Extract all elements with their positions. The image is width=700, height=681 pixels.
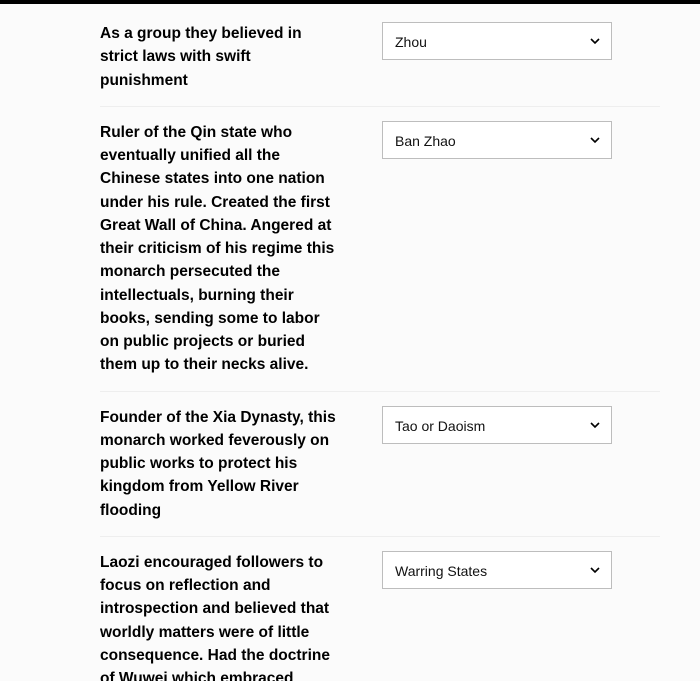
matching-row: Ruler of the Qin state who eventually un… [100,107,660,392]
matching-row: As a group they believed in strict laws … [100,22,660,107]
answer-dropdown[interactable]: Warring States [382,551,612,589]
chevron-down-icon [589,35,601,47]
answer-dropdown[interactable]: Tao or Daoism [382,406,612,444]
dropdown-selected-label: Warring States [395,563,487,579]
answer-dropdown[interactable]: Zhou [382,22,612,60]
dropdown-selected-label: Tao or Daoism [395,418,485,434]
dropdown-selected-label: Zhou [395,34,427,50]
prompt-text: Laozi encouraged followers to focus on r… [100,551,362,681]
prompt-text: Founder of the Xia Dynasty, this monarch… [100,406,362,522]
prompt-text: Ruler of the Qin state who eventually un… [100,121,362,377]
chevron-down-icon [589,419,601,431]
prompt-text: As a group they believed in strict laws … [100,22,362,92]
answer-dropdown[interactable]: Ban Zhao [382,121,612,159]
chevron-down-icon [589,134,601,146]
chevron-down-icon [589,564,601,576]
matching-question-list: As a group they believed in strict laws … [0,4,700,681]
matching-row: Laozi encouraged followers to focus on r… [100,537,660,681]
matching-row: Founder of the Xia Dynasty, this monarch… [100,392,660,537]
dropdown-selected-label: Ban Zhao [395,133,456,149]
